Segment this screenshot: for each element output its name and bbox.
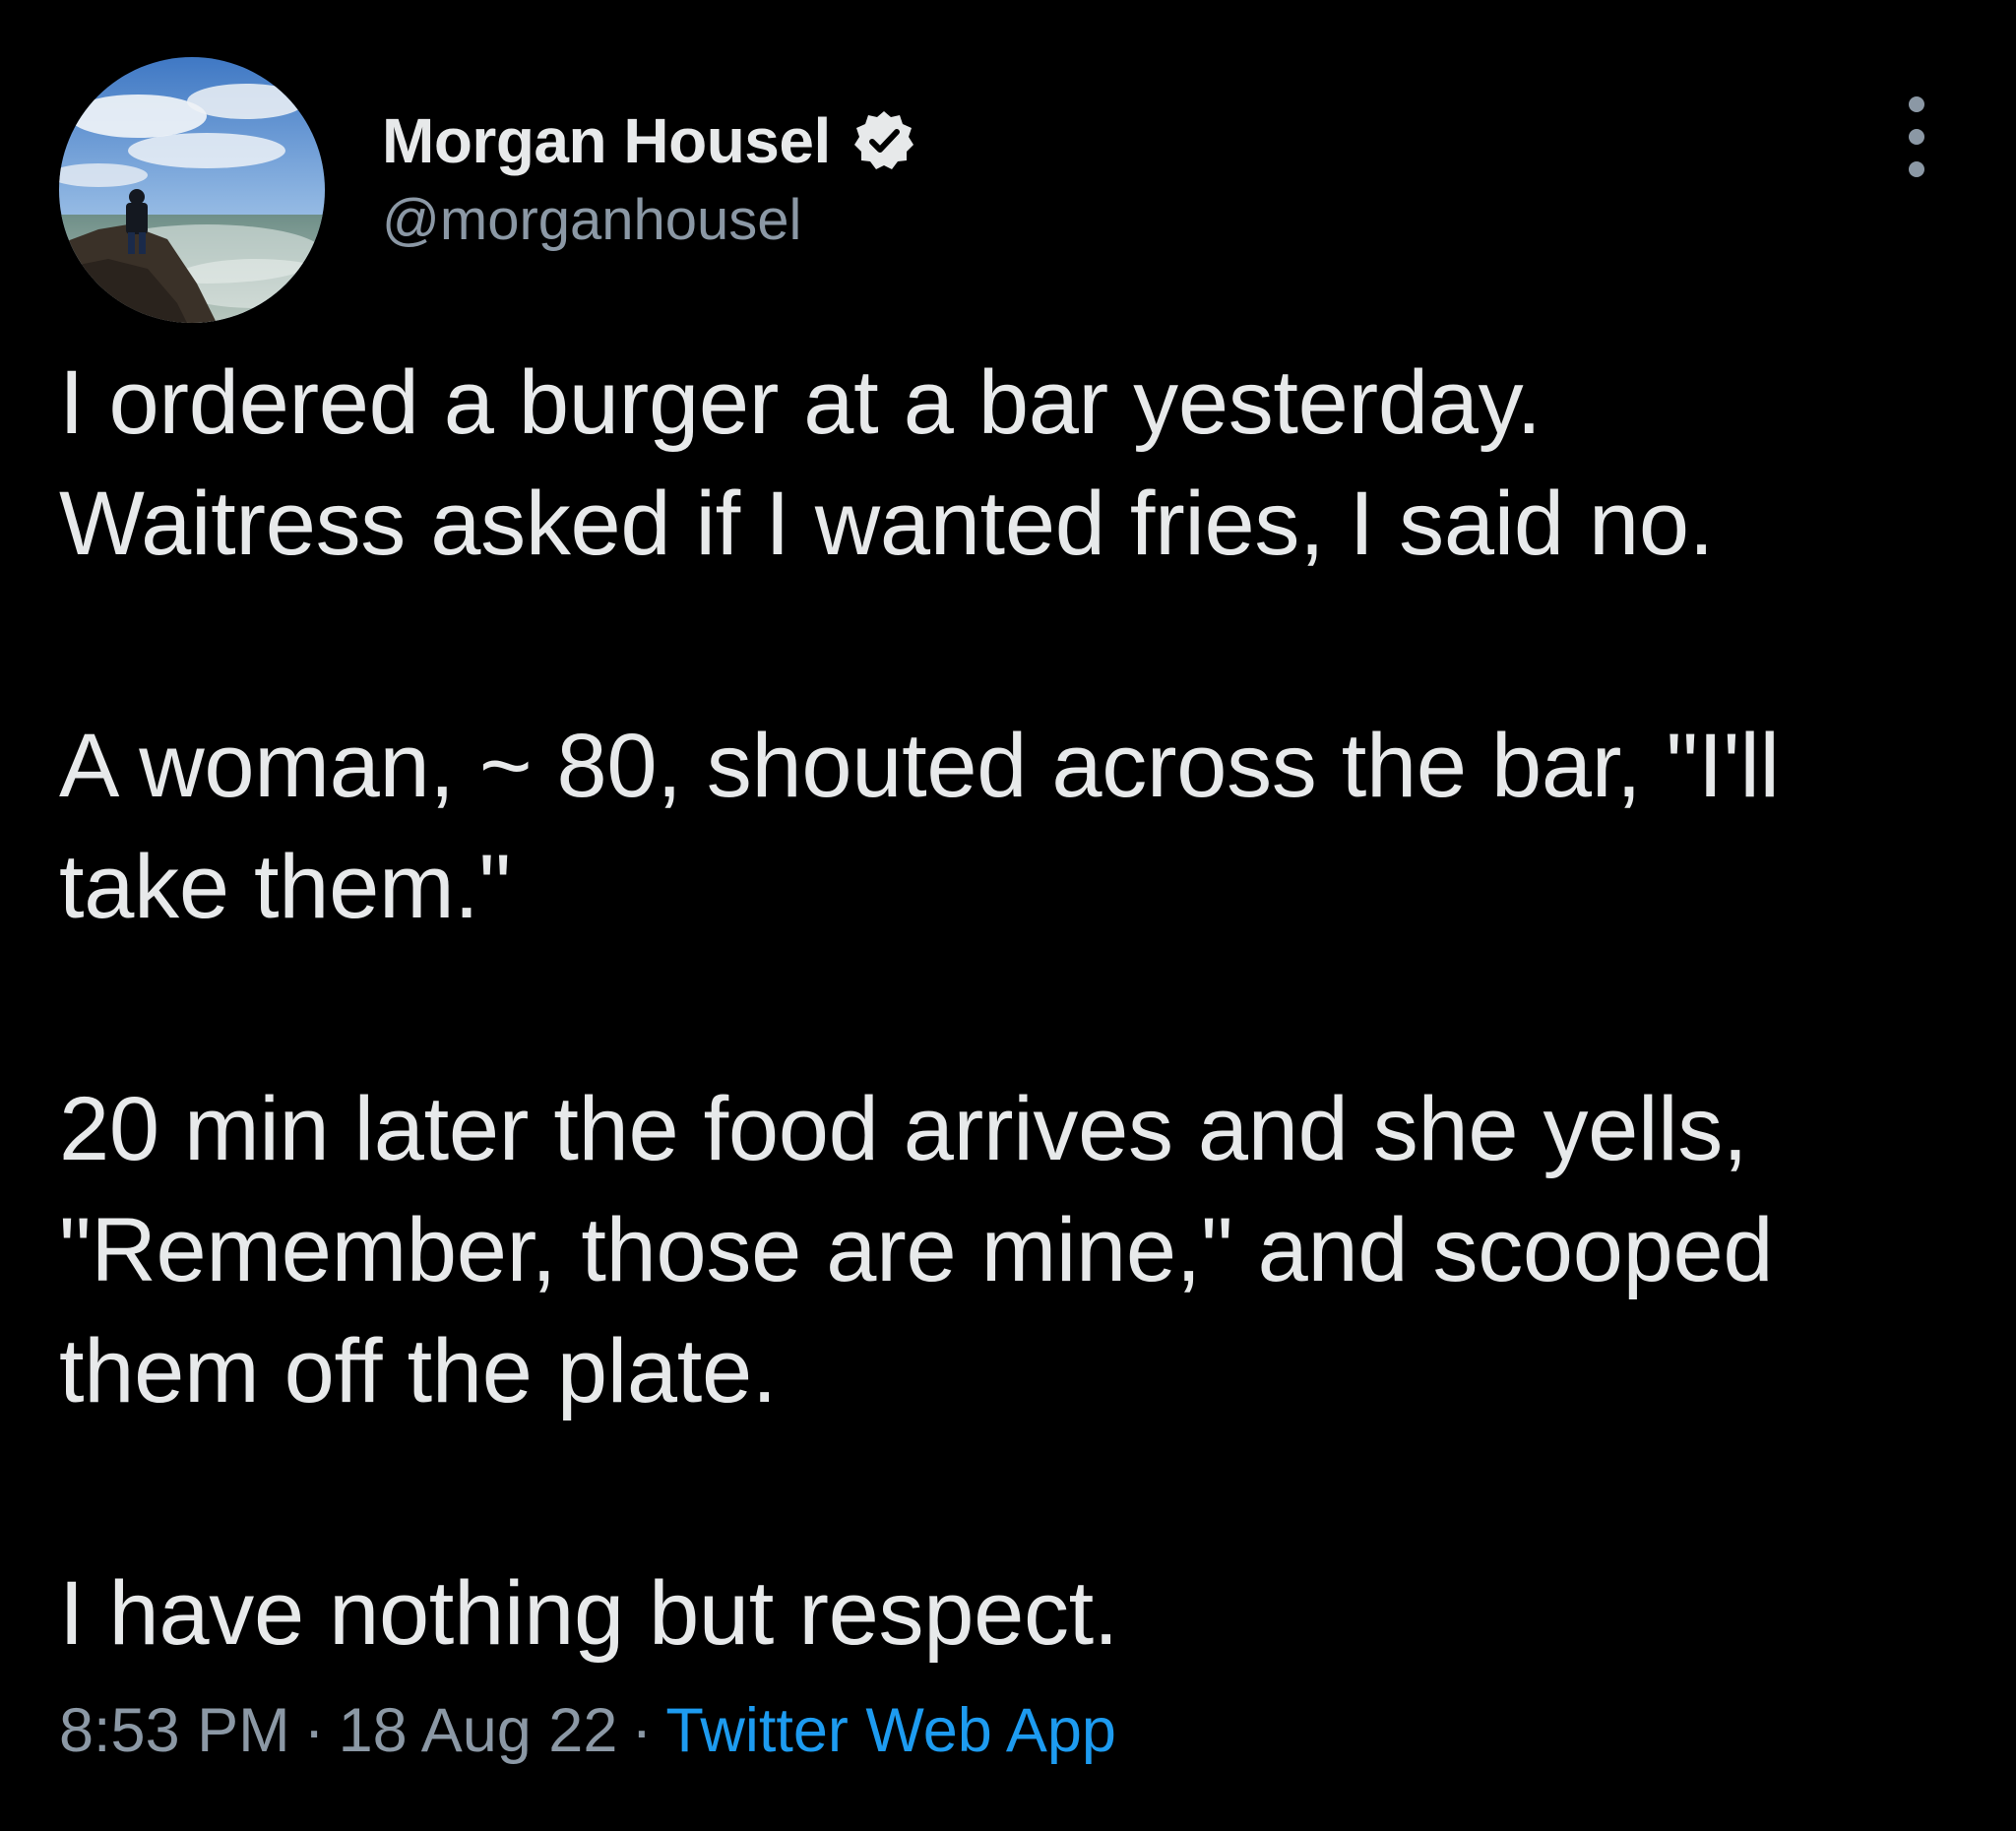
tweet-paragraph: A woman, ~ 80, shouted across the bar, "… xyxy=(59,716,1780,937)
author-handle[interactable]: @morganhousel xyxy=(382,187,915,253)
tweet-time[interactable]: 8:53 PM xyxy=(59,1696,290,1765)
verified-badge-icon xyxy=(852,109,915,172)
tweet-metadata: 8:53 PM · 18 Aug 22 · Twitter Web App xyxy=(59,1695,1116,1766)
name-row: Morgan Housel xyxy=(382,98,915,183)
avatar-image xyxy=(59,57,325,323)
tweet-text: I ordered a burger at a bar yesterday. W… xyxy=(59,343,1988,1674)
tweet-paragraph: I ordered a burger at a bar yesterday. W… xyxy=(59,352,1714,574)
author-info: Morgan Housel @morganhousel xyxy=(382,98,915,253)
tweet-paragraph: I have nothing but respect. xyxy=(59,1563,1119,1664)
more-vertical-icon-dot xyxy=(1909,161,1924,177)
author-avatar[interactable] xyxy=(59,57,325,323)
tweet-paragraph: 20 min later the food arrives and she ye… xyxy=(59,1079,1774,1421)
more-options-button[interactable] xyxy=(1888,96,1945,177)
more-vertical-icon xyxy=(1909,96,1924,112)
meta-separator: · xyxy=(303,1696,325,1765)
tweet-date[interactable]: 18 Aug 22 xyxy=(339,1696,618,1765)
author-display-name[interactable]: Morgan Housel xyxy=(382,104,831,177)
meta-separator: · xyxy=(631,1696,653,1765)
tweet-card: Morgan Housel @morganhousel I ordered a … xyxy=(0,0,2016,1831)
tweet-source-link[interactable]: Twitter Web App xyxy=(665,1696,1116,1765)
more-vertical-icon-dot xyxy=(1909,129,1924,145)
